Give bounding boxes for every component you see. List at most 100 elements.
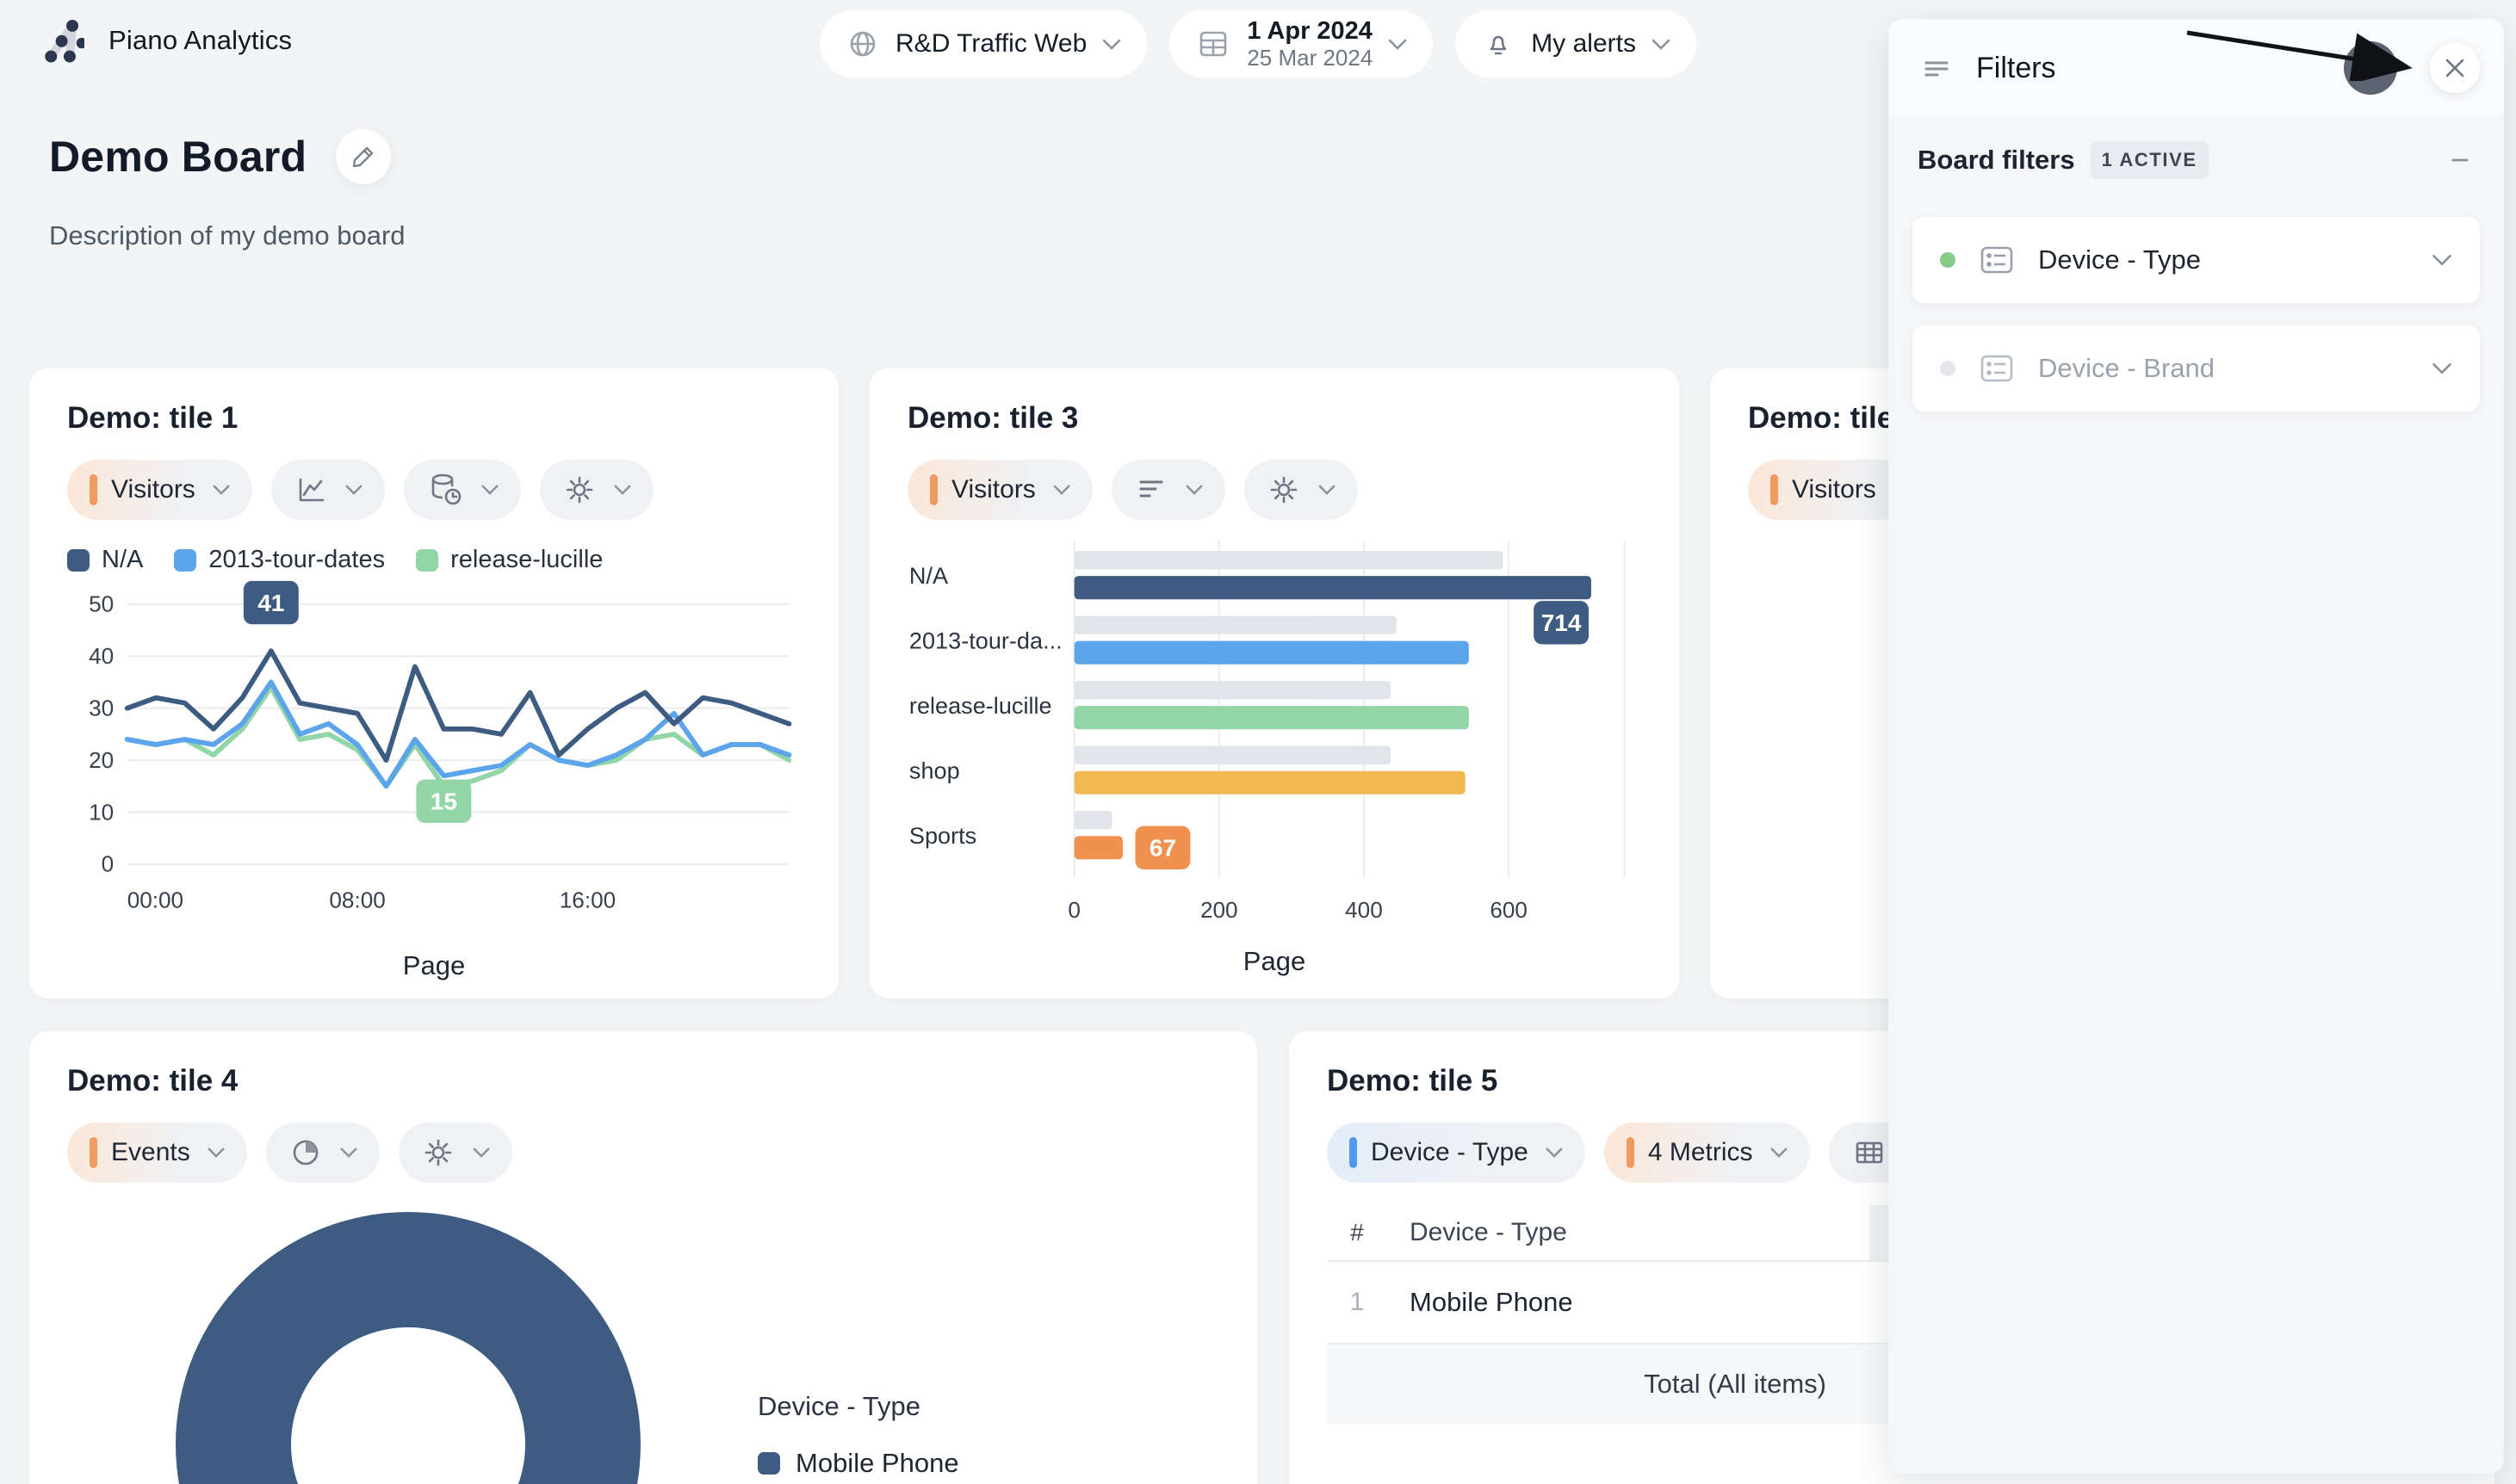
tile1-legend: N/A 2013-tour-dates release-lucille xyxy=(67,546,801,574)
board-filters-title: Board filters xyxy=(1918,145,2075,176)
date-comparison: 25 Mar 2024 xyxy=(1247,46,1373,71)
chevron-down-icon xyxy=(340,1147,357,1159)
svg-text:10: 10 xyxy=(89,799,114,825)
bell-icon xyxy=(1481,27,1515,61)
metrics-label: 4 Metrics xyxy=(1648,1138,1753,1167)
brand-name: Piano Analytics xyxy=(108,25,292,56)
tile4-legend: Device - Type Mobile Phone xyxy=(758,1391,959,1479)
svg-text:2013-tour-da...: 2013-tour-da... xyxy=(909,627,1063,653)
filters-panel-header: Filters xyxy=(1888,19,2504,115)
settings-selector[interactable] xyxy=(1244,460,1358,520)
collapse-section-icon[interactable] xyxy=(2447,147,2473,173)
pie-chart-icon xyxy=(288,1135,323,1170)
date-range-selector[interactable]: 1 Apr 2024 25 Mar 2024 xyxy=(1169,10,1433,77)
list-attribute-icon xyxy=(1978,243,2016,277)
legend-label: release-lucille xyxy=(450,546,603,574)
legend-item: release-lucille xyxy=(416,546,603,574)
piano-analytics-logo-icon xyxy=(31,14,84,67)
svg-text:600: 600 xyxy=(1490,897,1528,923)
database-clock-icon xyxy=(426,471,464,509)
chart-type-selector[interactable] xyxy=(266,1122,380,1183)
filter-status-dot xyxy=(1940,361,1955,376)
svg-text:08:00: 08:00 xyxy=(329,887,385,912)
metrics-selector[interactable]: 4 Metrics xyxy=(1604,1122,1810,1183)
row-label: Mobile Phone xyxy=(1387,1262,1869,1343)
data-source-selector[interactable] xyxy=(404,460,521,520)
svg-text:16:00: 16:00 xyxy=(560,887,616,912)
active-count-badge: 1 ACTIVE xyxy=(2091,141,2209,179)
site-selector[interactable]: R&D Traffic Web xyxy=(820,10,1147,77)
tile4-toolbar: Events xyxy=(67,1122,1219,1183)
chart-type-selector[interactable] xyxy=(1112,460,1225,520)
chevron-down-icon xyxy=(481,484,499,496)
svg-text:N/A: N/A xyxy=(909,562,949,589)
gear-icon xyxy=(421,1135,455,1170)
metric-selector[interactable]: Visitors xyxy=(67,460,252,520)
chevron-down-icon xyxy=(1770,1147,1788,1159)
date-range-values: 1 Apr 2024 25 Mar 2024 xyxy=(1247,17,1373,71)
filters-panel: Filters Board filters 1 ACTIVE xyxy=(1888,19,2504,1474)
svg-text:0: 0 xyxy=(1068,897,1081,923)
tile1-toolbar: Visitors xyxy=(67,460,801,520)
globe-icon xyxy=(846,27,880,61)
tile3-axis-title: Page xyxy=(908,946,1641,977)
filter-label: Device - Type xyxy=(2038,244,2201,275)
svg-text:shop: shop xyxy=(909,757,960,783)
legend-label: 2013-tour-dates xyxy=(208,546,385,574)
svg-text:20: 20 xyxy=(89,747,114,773)
filter-status-dot xyxy=(1940,252,1955,268)
edit-board-button[interactable] xyxy=(336,129,391,184)
svg-text:Sports: Sports xyxy=(909,822,976,849)
board-filters-section: Board filters 1 ACTIVE xyxy=(1888,115,2504,200)
dimension-selector[interactable]: Device - Type xyxy=(1327,1122,1585,1183)
close-panel-button[interactable] xyxy=(2430,43,2480,93)
pencil-icon xyxy=(349,142,378,171)
filters-panel-title: Filters xyxy=(1976,52,2056,85)
svg-text:400: 400 xyxy=(1345,897,1383,923)
metric-selector[interactable]: Events xyxy=(67,1122,247,1183)
chevron-down-icon xyxy=(1318,484,1335,496)
dimension-header[interactable]: Device - Type xyxy=(1387,1205,1869,1260)
settings-selector[interactable] xyxy=(399,1122,512,1183)
tile3-hbar-chart: 0200400600N/A7142013-tour-da...release-l… xyxy=(908,535,1641,938)
gear-icon xyxy=(1267,473,1301,507)
metric-selector[interactable]: Visitors xyxy=(908,460,1093,520)
svg-text:40: 40 xyxy=(89,643,114,669)
row-rank: 1 xyxy=(1327,1262,1387,1343)
svg-text:00:00: 00:00 xyxy=(127,887,183,912)
svg-text:15: 15 xyxy=(431,788,457,814)
legend-swatch xyxy=(67,549,90,572)
chart-type-selector[interactable] xyxy=(271,460,385,520)
filter-item-device-type[interactable]: Device - Type xyxy=(1912,217,2480,303)
tile3-toolbar: Visitors xyxy=(908,460,1641,520)
alerts-label: My alerts xyxy=(1531,29,1636,59)
filter-item-device-brand[interactable]: Device - Brand xyxy=(1912,325,2480,411)
metric-label: Visitors xyxy=(951,475,1036,504)
svg-text:200: 200 xyxy=(1200,897,1238,923)
tile1-line-chart: 0102030405000:0008:0016:004115 xyxy=(67,574,801,943)
add-filter-button[interactable] xyxy=(2344,41,2397,95)
tile1-axis-title: Page xyxy=(67,950,801,981)
metric-label: Visitors xyxy=(1792,475,1876,504)
metric-accent xyxy=(930,474,938,505)
my-alerts-button[interactable]: My alerts xyxy=(1455,10,1696,77)
chevron-down-icon xyxy=(345,484,363,496)
chevron-down-icon xyxy=(1652,38,1670,51)
legend-swatch xyxy=(416,549,438,572)
metric-accent xyxy=(90,1137,97,1168)
svg-text:67: 67 xyxy=(1150,834,1176,861)
chevron-down-icon xyxy=(2432,362,2452,375)
chevron-down-icon xyxy=(473,1147,490,1159)
legend-item: 2013-tour-dates xyxy=(174,546,385,574)
chevron-down-icon xyxy=(1053,484,1070,496)
app-root: Piano Analytics R&D Traffic Web xyxy=(0,0,2516,1484)
hbar-chart-icon xyxy=(1134,473,1168,507)
table-icon xyxy=(1851,1135,1887,1171)
metric-accent xyxy=(90,474,97,505)
tile-demo-4: Demo: tile 4 Events xyxy=(29,1031,1257,1484)
chevron-down-icon xyxy=(1546,1147,1563,1159)
settings-selector[interactable] xyxy=(540,460,654,520)
total-rank xyxy=(1327,1345,1387,1424)
tile-title: Demo: tile 4 xyxy=(67,1064,1219,1098)
metric-label: Visitors xyxy=(111,475,195,504)
